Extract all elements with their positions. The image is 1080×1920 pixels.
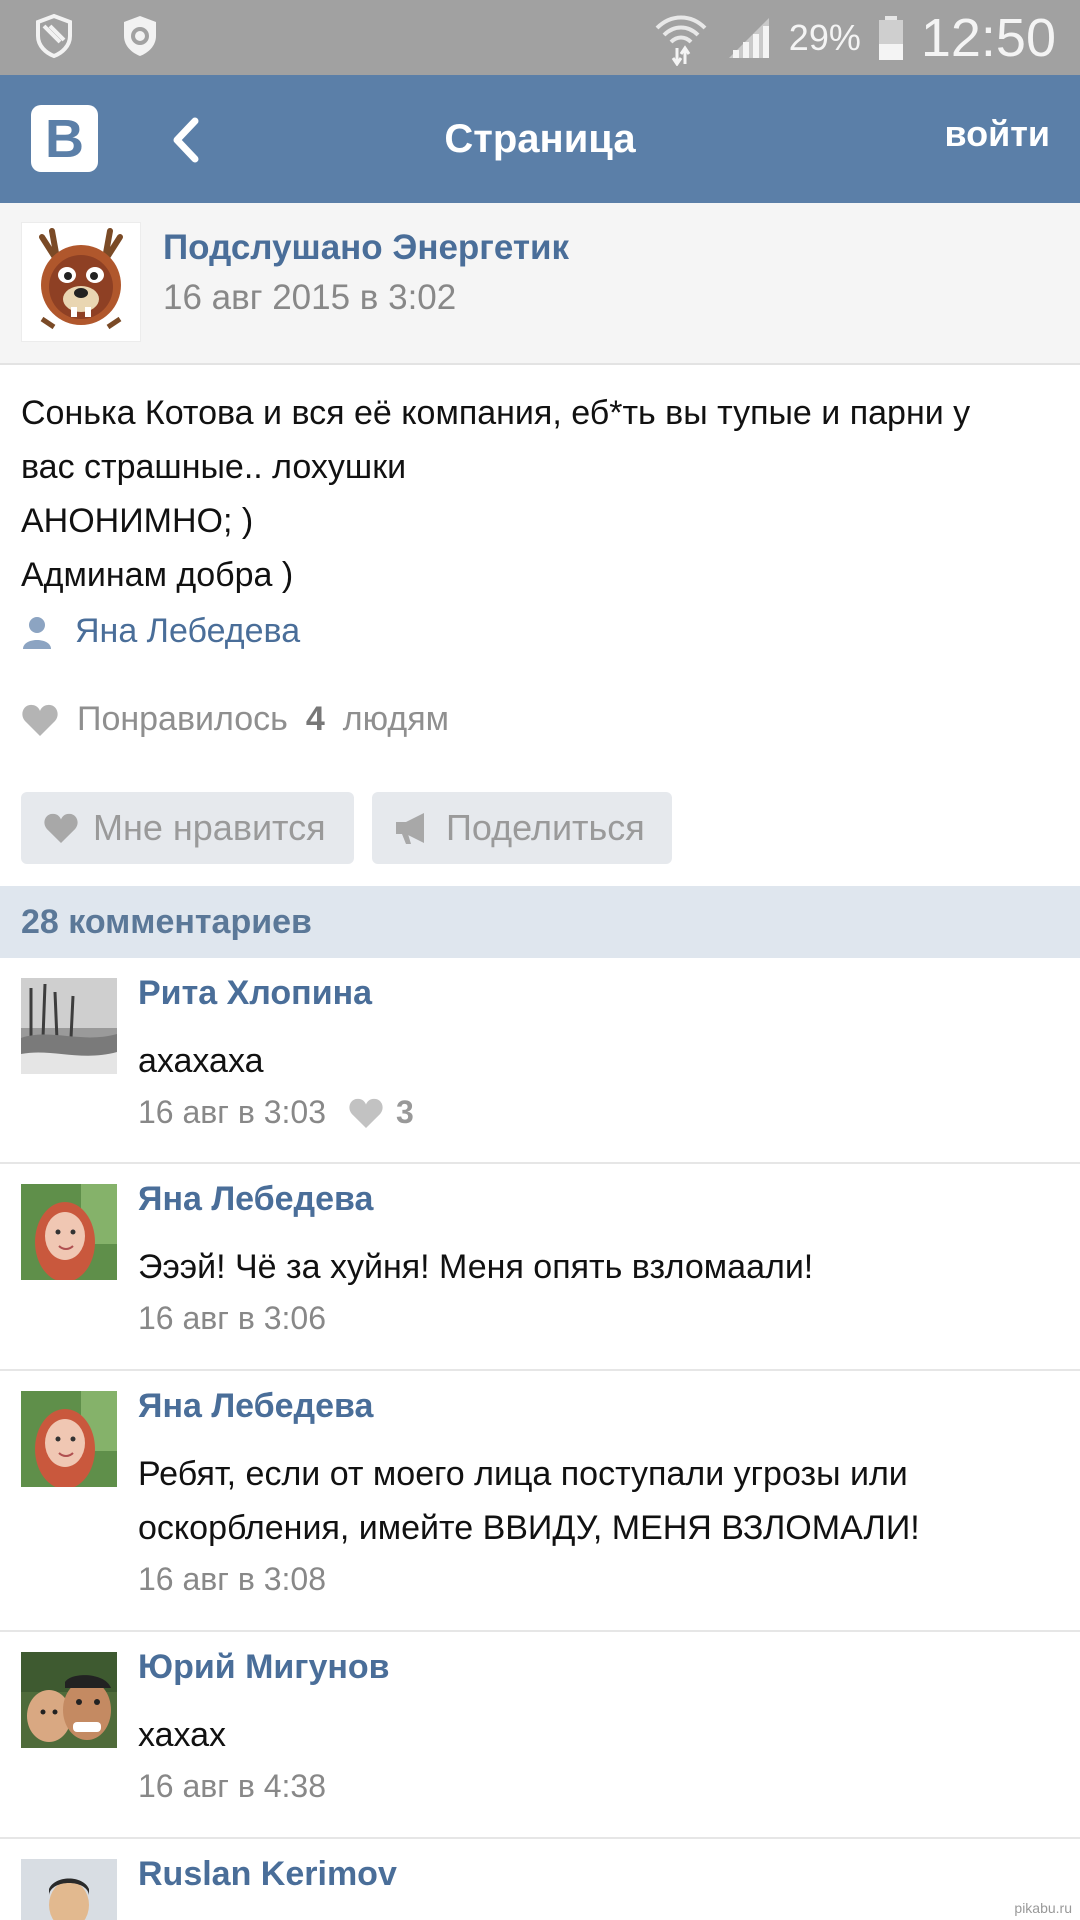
- page-title: Страница: [444, 117, 636, 161]
- battery-percent: 29%: [788, 16, 861, 58]
- comment-text-line: хахах: [138, 1716, 227, 1754]
- comment-text-line: ахахаха: [138, 1042, 264, 1080]
- post-header: Подслушано Энергетик 16 авг 2015 в 3:02: [0, 203, 1080, 365]
- comment-author[interactable]: Юрий Мигунов: [138, 1648, 390, 1687]
- avatar[interactable]: [21, 978, 117, 1074]
- comment-text-line: Ребят, если от моего лица поступали угро…: [138, 1455, 908, 1493]
- login-button[interactable]: войти: [944, 75, 1050, 203]
- comment-meta: 16 авг в 3:06: [138, 1300, 326, 1337]
- battery-icon: [878, 15, 903, 60]
- comment-item: Яна Лебедева Эээй! Чё за хуйня! Меня опя…: [0, 1164, 1080, 1371]
- heart-icon: [44, 813, 78, 844]
- comment-author[interactable]: Яна Лебедева: [138, 1387, 373, 1426]
- wifi-icon: [655, 15, 707, 66]
- heart-icon: [22, 704, 58, 736]
- post-signer[interactable]: Яна Лебедева: [21, 612, 300, 651]
- comment-like-count: 3: [396, 1094, 414, 1130]
- post-text-line: Сонька Котова и вся её компания, еб*ть в…: [21, 394, 971, 432]
- likes-suffix: людям: [342, 700, 449, 738]
- avatar[interactable]: [21, 1184, 117, 1280]
- user-icon: [23, 616, 51, 649]
- group-avatar[interactable]: [21, 222, 141, 342]
- post-text: Сонька Котова и вся её компания, еб*ть в…: [21, 386, 1061, 602]
- heart-icon: [349, 1098, 383, 1128]
- app-bar: В Страница войти: [0, 75, 1080, 203]
- post-date: 16 авг 2015 в 3:02: [163, 278, 457, 317]
- megaphone-icon: [396, 813, 424, 844]
- comment-time: 16 авг в 3:03: [138, 1094, 327, 1130]
- likes-summary[interactable]: Понравилось 4 людям: [21, 700, 449, 739]
- share-button[interactable]: Поделиться: [372, 792, 672, 864]
- comment-text: Ребят, если от моего лица поступали угро…: [138, 1447, 1058, 1555]
- post-text-line: Админам добра ): [21, 556, 294, 594]
- comment-text-line: оскорбления, имейте ВВИДУ, МЕНЯ ВЗЛОМАЛИ…: [138, 1509, 920, 1547]
- comment-item: Рита Хлопина ахахаха 16 авг в 3:03 3: [0, 958, 1080, 1164]
- status-bar: 29% 12:50: [0, 0, 1080, 75]
- likes-count: 4: [305, 700, 325, 738]
- comment-item: Ruslan Kerimov: [0, 1839, 1080, 1920]
- post-text-line: АНОНИМНО; ): [21, 502, 254, 540]
- comment-meta: 16 авг в 4:38: [138, 1768, 326, 1805]
- comment-item: Яна Лебедева Ребят, если от моего лица п…: [0, 1371, 1080, 1632]
- comment-like-button[interactable]: 3: [348, 1094, 414, 1131]
- comment-time: 16 авг в 3:08: [138, 1561, 327, 1597]
- comment-time: 16 авг в 3:06: [138, 1300, 327, 1336]
- comment-item: Юрий Мигунов хахах 16 авг в 4:38: [0, 1632, 1080, 1839]
- antivirus-icon: [124, 16, 156, 56]
- avatar[interactable]: [21, 1652, 117, 1748]
- post-text-line: вас страшные.. лохушки: [21, 448, 407, 486]
- shield-icon: [36, 13, 72, 59]
- comment-text: Эээй! Чё за хуйня! Меня опять взломаали!: [138, 1240, 1058, 1294]
- comments-count-header: 28 комментариев: [0, 886, 1080, 958]
- comment-author[interactable]: Ruslan Kerimov: [138, 1855, 397, 1894]
- comment-text-line: Эээй! Чё за хуйня! Меня опять взломаали!: [138, 1248, 814, 1286]
- watermark: pikabu.ru: [1014, 1900, 1072, 1916]
- comment-meta: 16 авг в 3:08: [138, 1561, 326, 1598]
- signer-name[interactable]: Яна Лебедева: [75, 612, 300, 651]
- comment-time: 16 авг в 4:38: [138, 1768, 327, 1804]
- like-button[interactable]: Мне нравится: [21, 792, 354, 864]
- comment-text: хахах: [138, 1708, 1058, 1762]
- avatar[interactable]: [21, 1391, 117, 1487]
- signal-icon: [728, 17, 769, 58]
- comment-meta: 16 авг в 3:03 3: [138, 1094, 414, 1131]
- comment-author[interactable]: Рита Хлопина: [138, 974, 372, 1013]
- comment-text: ахахаха: [138, 1034, 1058, 1088]
- likes-prefix: Понравилось: [77, 700, 288, 738]
- deer-avatar-image: [22, 223, 140, 341]
- comment-author[interactable]: Яна Лебедева: [138, 1180, 373, 1219]
- like-button-label: Мне нравится: [93, 807, 326, 848]
- group-name-link[interactable]: Подслушано Энергетик: [163, 228, 569, 268]
- avatar[interactable]: [21, 1859, 117, 1920]
- share-button-label: Поделиться: [446, 807, 645, 848]
- clock: 12:50: [920, 7, 1056, 68]
